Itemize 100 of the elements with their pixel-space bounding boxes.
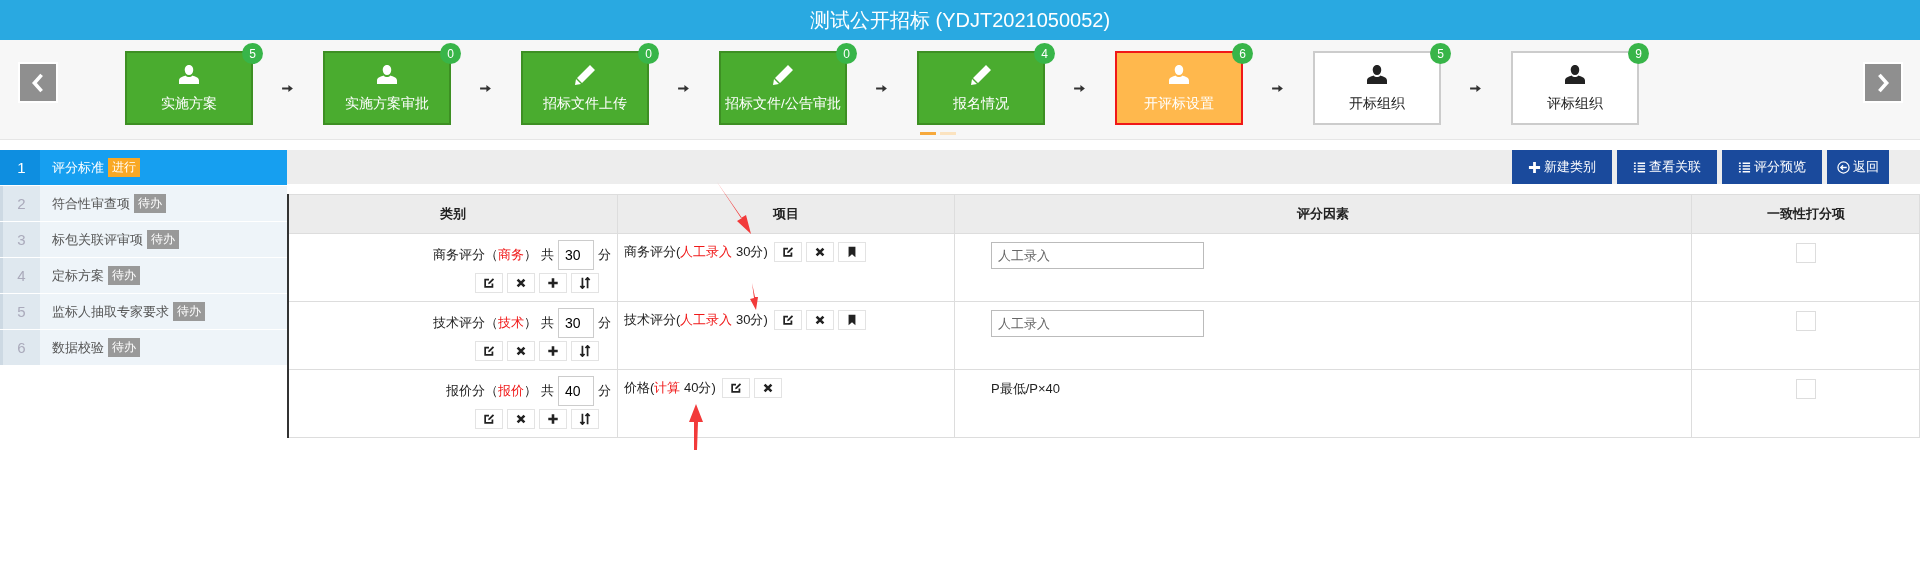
step-label: 报名情况: [953, 95, 1009, 113]
person-icon: [177, 63, 201, 87]
arrow-icon: [1272, 83, 1283, 93]
action-button[interactable]: [539, 273, 567, 293]
edit-icon: [781, 246, 794, 258]
previous-button[interactable]: [18, 62, 58, 103]
action-button[interactable]: [539, 409, 567, 429]
step-label: 开标组织: [1349, 95, 1405, 113]
pencil-icon: [573, 63, 597, 87]
item-text: 商务评分(人工录入 30分): [624, 243, 768, 261]
action-button[interactable]: [805, 242, 834, 262]
status-badge: 待办: [134, 194, 166, 213]
close-icon: [515, 345, 527, 357]
count-badge: 0: [638, 43, 659, 64]
sidebar-label: 监标人抽取专家要求: [52, 302, 169, 321]
column-header: 一致性打分项: [1691, 194, 1920, 234]
score-field[interactable]: 30: [558, 308, 594, 338]
count-badge: 4: [1034, 43, 1055, 64]
step-number: 4: [3, 258, 40, 293]
action-button[interactable]: [721, 378, 750, 398]
step-label: 实施方案: [161, 95, 217, 113]
arrow-icon: [876, 83, 887, 93]
sidebar-item[interactable]: 4 定标方案 待办: [0, 258, 287, 293]
sidebar-label: 定标方案: [52, 266, 104, 285]
person-icon: [1365, 63, 1389, 87]
action-button[interactable]: [571, 273, 599, 293]
action-button[interactable]: [837, 242, 866, 262]
count-badge: 5: [242, 43, 263, 64]
step-number: 2: [3, 186, 40, 221]
plus-icon: [547, 413, 559, 425]
count-badge: 9: [1628, 43, 1649, 64]
category-text: 技术评分（技术） 共: [433, 314, 554, 332]
plus-icon: [547, 345, 559, 357]
status-badge: 待办: [173, 302, 205, 321]
action-button[interactable]: [507, 409, 535, 429]
sidebar-label: 符合性审查项: [52, 194, 130, 213]
checkbox[interactable]: [1795, 311, 1816, 331]
action-button[interactable]: [773, 310, 802, 330]
action-button[interactable]: [753, 378, 782, 398]
unit-text: 分: [598, 382, 611, 400]
sidebar-item[interactable]: 6 数据校验 待办: [0, 330, 287, 365]
person-icon: [1563, 63, 1587, 87]
action-button[interactable]: [805, 310, 834, 330]
sidebar-item[interactable]: 1 评分标准 进行: [0, 150, 287, 185]
checkbox[interactable]: [1795, 243, 1816, 263]
action-button[interactable]: [475, 341, 503, 361]
action-button[interactable]: [773, 242, 802, 262]
step-label: 招标文件/公告审批: [725, 95, 841, 113]
column-header: 评分因素: [954, 194, 1692, 234]
sidebar-item[interactable]: 5 监标人抽取专家要求 待办: [0, 294, 287, 329]
sidebar-label: 标包关联评审项: [52, 230, 143, 249]
toolbar-button[interactable]: 返回: [1827, 150, 1889, 184]
checkbox[interactable]: [1795, 379, 1816, 399]
annotation-arrow: [750, 283, 758, 310]
step-number: 6: [3, 330, 40, 365]
arrow-icon: [1470, 83, 1481, 93]
formula-text: P最低/P×40: [991, 380, 1060, 398]
close-icon: [813, 314, 826, 326]
item-text: 价格(计算 40分): [624, 379, 716, 397]
next-button[interactable]: [1863, 62, 1903, 103]
edit-icon: [483, 345, 495, 357]
count-badge: 0: [836, 43, 857, 64]
sidebar-item[interactable]: 2 符合性审查项 待办: [0, 186, 287, 221]
status-badge: 待办: [108, 338, 140, 357]
action-button[interactable]: [507, 341, 535, 361]
score-field[interactable]: 30: [558, 240, 594, 270]
toolbar-button[interactable]: 查看关联: [1617, 150, 1717, 184]
arrow-icon: [1074, 83, 1085, 93]
sidebar-label: 数据校验: [52, 338, 104, 357]
list-icon: [1633, 160, 1646, 174]
item-text: 技术评分(人工录入 30分): [624, 311, 768, 329]
sidebar-item[interactable]: 3 标包关联评审项 待办: [0, 222, 287, 257]
action-button[interactable]: [507, 273, 535, 293]
edit-icon: [729, 382, 742, 394]
step-number: 3: [3, 222, 40, 257]
action-button[interactable]: [571, 341, 599, 361]
action-button[interactable]: [539, 341, 567, 361]
action-button[interactable]: [571, 409, 599, 429]
close-icon: [515, 277, 527, 289]
count-badge: 6: [1232, 43, 1253, 64]
toolbar-button[interactable]: 评分预览: [1722, 150, 1822, 184]
action-button[interactable]: [475, 409, 503, 429]
plus-icon: [547, 277, 559, 289]
factor-field[interactable]: 人工录入: [991, 242, 1204, 269]
annotation-arrow: [689, 404, 703, 450]
list-icon: [1738, 160, 1751, 174]
close-icon: [515, 413, 527, 425]
status-badge: 进行: [108, 158, 140, 177]
close-icon: [761, 382, 774, 394]
factor-field[interactable]: 人工录入: [991, 310, 1204, 337]
score-field[interactable]: 40: [558, 376, 594, 406]
person-icon: [375, 63, 399, 87]
sort-icon: [579, 413, 591, 425]
arrow-icon: [282, 83, 293, 93]
action-button[interactable]: [837, 310, 866, 330]
action-button[interactable]: [475, 273, 503, 293]
toolbar-button[interactable]: 新建类别: [1512, 150, 1612, 184]
back-icon: [1837, 160, 1850, 174]
edit-icon: [483, 413, 495, 425]
status-badge: 待办: [147, 230, 179, 249]
